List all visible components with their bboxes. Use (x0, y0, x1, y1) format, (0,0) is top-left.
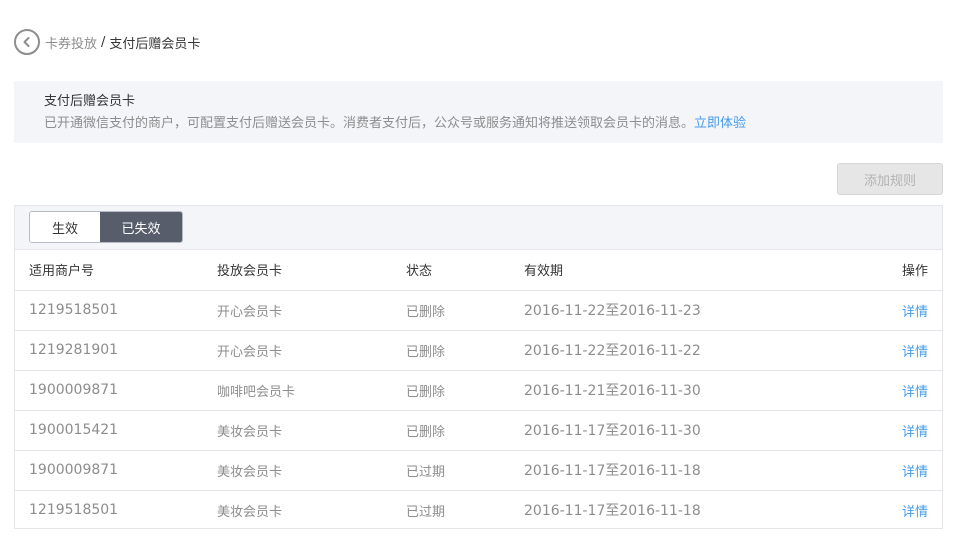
merchant-id-cell: 1900015421 (15, 410, 217, 451)
merchant-id-cell: 1219518501 (29, 502, 119, 519)
action-cell: 详情 (862, 410, 942, 451)
add-rule-button[interactable]: 添加规则 (837, 163, 943, 195)
status-cell: 已删除 (406, 410, 524, 451)
breadcrumb: 卡券投放 / 支付后赠会员卡 (14, 29, 200, 55)
status-cell: 已删除 (406, 290, 524, 331)
action-cell: 详情 (862, 330, 942, 371)
table-row: 1900009871 咖啡吧会员卡 已删除 2016-11-21至2016-11… (15, 370, 942, 411)
details-link[interactable]: 详情 (902, 425, 928, 440)
table-row: 1219518501 开心会员卡 已删除 2016-11-22至2016-11-… (15, 290, 942, 331)
breadcrumb-separator: / (101, 34, 106, 50)
column-header-merchant: 适用商户号 (15, 250, 217, 291)
period-cell: 2016-11-17至2016-11-18 (524, 450, 862, 491)
back-button[interactable] (14, 29, 40, 55)
page-title: 支付后赠会员卡 (109, 36, 201, 52)
breadcrumb-parent-link[interactable]: 卡券投放 (45, 33, 97, 52)
card-name-cell: 咖啡吧会员卡 (217, 370, 406, 411)
status-cell: 已过期 (406, 504, 446, 520)
rules-table: 适用商户号 投放会员卡 状态 有效期 操作 1219518501 开心会员卡 已… (15, 250, 942, 530)
status-cell: 已过期 (406, 450, 524, 491)
status-cell: 已删除 (406, 370, 524, 411)
details-link[interactable]: 详情 (902, 505, 928, 520)
action-cell: 详情 (862, 370, 942, 411)
column-header-period: 有效期 (524, 250, 862, 291)
info-title: 支付后赠会员卡 (44, 94, 136, 109)
table-row: 1219281901 开心会员卡 已删除 2016-11-22至2016-11-… (15, 330, 942, 371)
card-name-cell: 开心会员卡 (217, 330, 406, 371)
column-header-status: 状态 (406, 250, 524, 291)
rules-panel: 生效 已失效 适用商户号 投放会员卡 状态 有效期 操作 1219518501 … (14, 205, 943, 529)
status-cell: 已删除 (406, 330, 524, 371)
table-row: 1219518501 美妆会员卡 已过期 2016-11-17至2016-11-… (15, 490, 942, 530)
status-tabs-bar: 生效 已失效 (15, 206, 942, 250)
card-name-cell: 美妆会员卡 (217, 450, 406, 491)
merchant-id-cell: 1219518501 (15, 290, 217, 331)
card-name-cell: 美妆会员卡 (217, 504, 283, 520)
card-name-cell: 美妆会员卡 (217, 410, 406, 451)
info-description-text: 已开通微信支付的商户，可配置支付后赠送会员卡。消费者支付后，公众号或服务通知将推… (44, 116, 695, 131)
period-cell: 2016-11-22至2016-11-22 (524, 330, 862, 371)
period-cell: 2016-11-22至2016-11-23 (524, 290, 862, 331)
action-cell: 详情 (862, 450, 942, 491)
merchant-id-cell: 1900009871 (15, 370, 217, 411)
table-row: 1900009871 美妆会员卡 已过期 2016-11-17至2016-11-… (15, 450, 942, 491)
try-now-link[interactable]: 立即体验 (694, 116, 746, 131)
details-link[interactable]: 详情 (902, 385, 928, 400)
details-link[interactable]: 详情 (902, 345, 928, 360)
action-cell: 详情 (862, 290, 942, 331)
tab-active[interactable]: 生效 (30, 212, 100, 242)
column-header-card: 投放会员卡 (217, 250, 406, 291)
status-segmented-control: 生效 已失效 (29, 211, 183, 243)
tab-expired[interactable]: 已失效 (100, 212, 182, 242)
table-row: 1900015421 美妆会员卡 已删除 2016-11-17至2016-11-… (15, 410, 942, 451)
info-panel: 支付后赠会员卡 已开通微信支付的商户，可配置支付后赠送会员卡。消费者支付后，公众… (14, 81, 943, 143)
chevron-left-icon (23, 37, 30, 47)
table-header-row: 适用商户号 投放会员卡 状态 有效期 操作 (15, 250, 942, 291)
details-link[interactable]: 详情 (902, 465, 928, 480)
info-description: 已开通微信支付的商户，可配置支付后赠送会员卡。消费者支付后，公众号或服务通知将推… (44, 114, 913, 134)
action-cell: 详情 (862, 490, 942, 530)
period-cell: 2016-11-17至2016-11-18 (524, 503, 701, 520)
column-header-action: 操作 (862, 250, 942, 291)
period-cell: 2016-11-21至2016-11-30 (524, 370, 862, 411)
details-link[interactable]: 详情 (902, 305, 928, 320)
period-cell: 2016-11-17至2016-11-30 (524, 410, 862, 451)
merchant-id-cell: 1900009871 (15, 450, 217, 491)
merchant-id-cell: 1219281901 (15, 330, 217, 371)
card-name-cell: 开心会员卡 (217, 290, 406, 331)
